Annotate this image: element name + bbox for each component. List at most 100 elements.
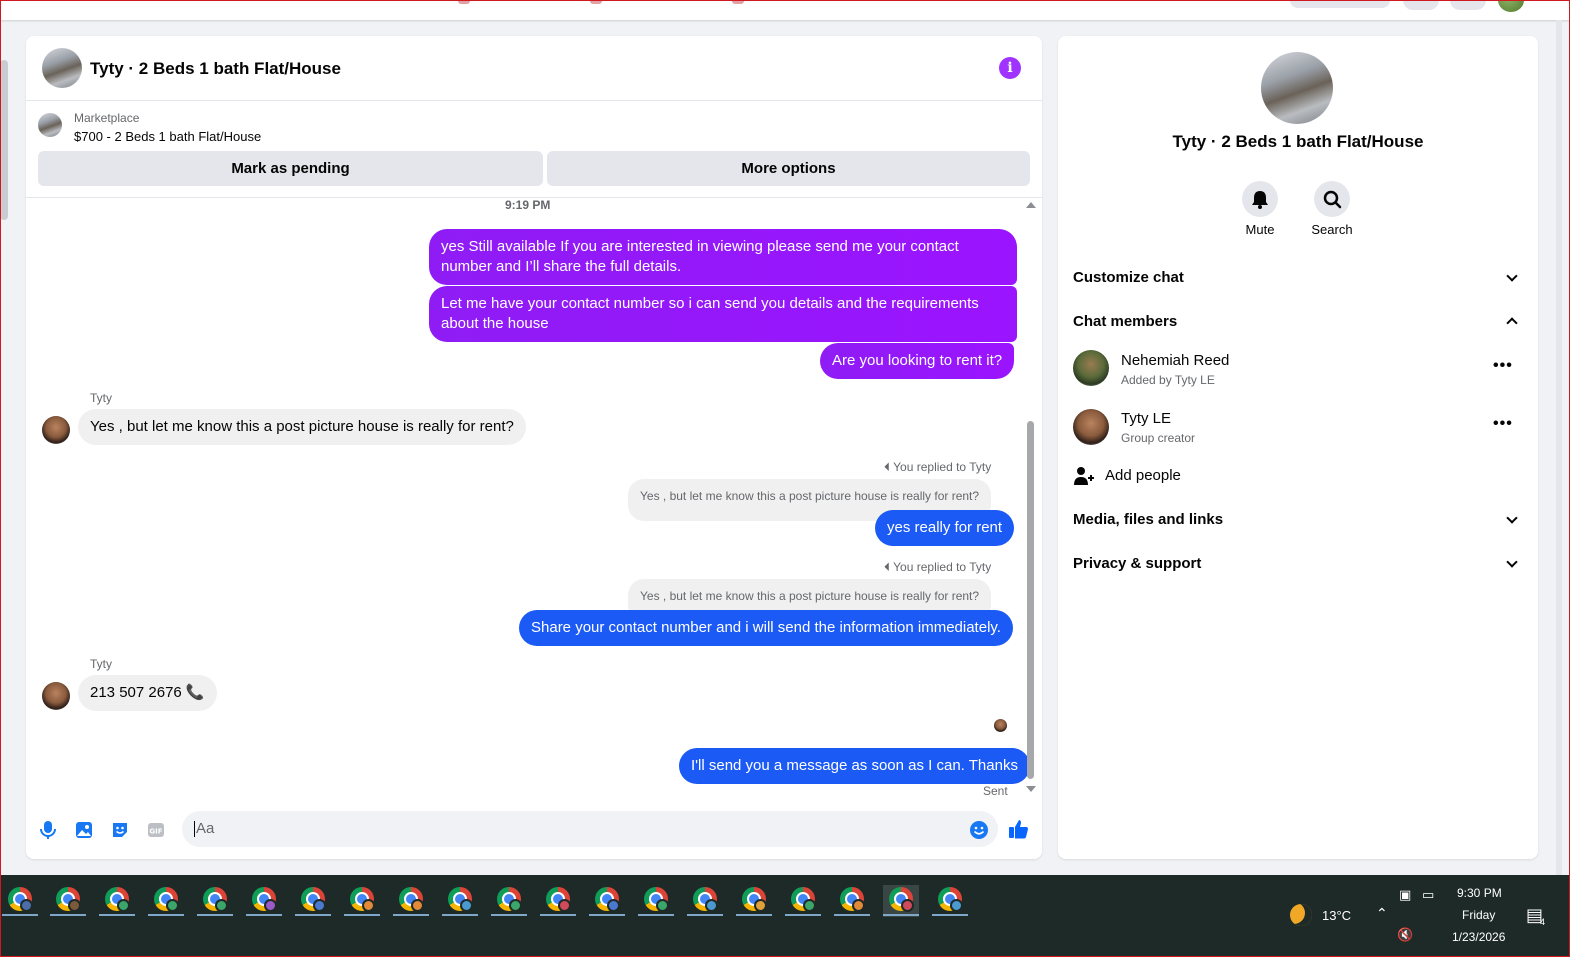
message-bubble-incoming[interactable]: Yes , but let me know this a post pictur… <box>78 409 526 445</box>
taskbar-chrome-profile[interactable] <box>99 885 135 917</box>
message-bubble-incoming[interactable]: 213 507 2676 📞 <box>78 675 217 711</box>
top-search-pill[interactable] <box>1290 0 1390 8</box>
conversation-avatar[interactable] <box>42 48 82 88</box>
taskbar-chrome-profile[interactable] <box>687 885 723 917</box>
mute-button[interactable] <box>1242 181 1278 217</box>
mark-as-pending-button[interactable]: Mark as pending <box>38 151 543 186</box>
profile-badge <box>215 899 228 912</box>
profile-badge <box>313 899 326 912</box>
page-scrollbar-right[interactable] <box>1556 20 1562 875</box>
page-scrollbar-left[interactable] <box>0 60 8 220</box>
meet-now-icon[interactable]: ▣ <box>1399 887 1411 903</box>
emoji-icon[interactable] <box>969 820 989 840</box>
nav-icon[interactable] <box>458 0 470 4</box>
taskbar-chrome-profile[interactable] <box>785 885 821 917</box>
sender-avatar[interactable] <box>42 416 70 444</box>
profile-badge <box>411 899 424 912</box>
customize-chat-section[interactable]: Customize chat <box>1073 269 1184 286</box>
taskbar-chrome-profile[interactable] <box>736 885 772 917</box>
messenger-button[interactable] <box>1450 0 1486 10</box>
taskbar-chrome-profile[interactable] <box>442 885 478 917</box>
message-bubble-outgoing[interactable]: I'll send you a message as soon as I can… <box>679 748 1030 784</box>
menu-button[interactable] <box>1403 0 1439 10</box>
taskbar-chrome-profile[interactable] <box>932 885 968 917</box>
message-bubble-outgoing[interactable]: yes Still available If you are intereste… <box>429 229 1017 285</box>
privacy-support-section[interactable]: Privacy & support <box>1073 555 1201 572</box>
taskbar-chrome-profile[interactable] <box>2 885 38 917</box>
more-options-icon[interactable]: ••• <box>1493 415 1513 433</box>
listing-title[interactable]: $700 - 2 Beds 1 bath Flat/House <box>74 129 261 144</box>
volume-muted-icon[interactable]: 🔇 <box>1397 927 1413 943</box>
microphone-icon[interactable] <box>38 820 58 840</box>
chevron-down-icon[interactable] <box>1506 512 1518 524</box>
mute-label: Mute <box>1245 222 1275 237</box>
search-button[interactable] <box>1314 181 1350 217</box>
member-avatar[interactable] <box>1073 350 1109 386</box>
message-input[interactable]: Aa <box>182 811 998 847</box>
add-person-icon[interactable] <box>1073 466 1095 486</box>
text-caret <box>194 821 195 838</box>
reply-icon: ⏴ <box>884 460 891 474</box>
search-label: Search <box>1311 222 1353 237</box>
member-avatar[interactable] <box>1073 409 1109 445</box>
message-bubble-outgoing[interactable]: Share your contact number and i will sen… <box>519 610 1013 646</box>
network-icon[interactable]: ▭ <box>1422 887 1434 903</box>
moon-weather-icon[interactable] <box>1290 904 1312 926</box>
like-icon[interactable] <box>1008 818 1030 840</box>
reply-indicator-text: You replied to Tyty <box>893 460 992 474</box>
chat-title[interactable]: Tyty · 2 Beds 1 bath Flat/House <box>90 59 341 79</box>
account-avatar[interactable] <box>1498 0 1524 12</box>
messages-scrollbar[interactable] <box>1027 421 1034 779</box>
profile-badge <box>460 899 473 912</box>
message-bubble-outgoing[interactable]: Let me have your contact number so i can… <box>429 286 1017 342</box>
photo-icon[interactable] <box>74 820 94 840</box>
scroll-down-arrow[interactable] <box>1026 786 1036 792</box>
member-name[interactable]: Nehemiah Reed <box>1121 352 1229 369</box>
taskbar-chrome-profile[interactable] <box>589 885 625 917</box>
listing-thumbnail[interactable] <box>38 113 62 137</box>
weather-temperature[interactable]: 13°C <box>1322 908 1351 923</box>
clock-date[interactable]: 1/23/2026 <box>1452 930 1505 944</box>
taskbar-chrome-profile[interactable] <box>295 885 331 917</box>
active-indicator <box>99 914 135 916</box>
profile-badge <box>656 899 669 912</box>
taskbar-chrome-profile[interactable] <box>491 885 527 917</box>
media-files-links-section[interactable]: Media, files and links <box>1073 511 1223 528</box>
nav-icon[interactable] <box>732 0 744 4</box>
chevron-down-icon[interactable] <box>1506 270 1518 282</box>
member-name[interactable]: Tyty LE <box>1121 410 1171 427</box>
taskbar-chrome-profile[interactable] <box>834 885 870 917</box>
active-indicator <box>442 914 478 916</box>
taskbar-chrome-profile-active[interactable] <box>883 885 919 917</box>
taskbar-chrome-profile[interactable] <box>344 885 380 917</box>
message-bubble-outgoing[interactable]: yes really for rent <box>875 510 1015 546</box>
quoted-text: Yes , but let me know this a post pictur… <box>640 589 980 603</box>
chevron-down-icon[interactable] <box>1506 556 1518 568</box>
taskbar-chrome-profile[interactable] <box>148 885 184 917</box>
clock-day[interactable]: Friday <box>1462 908 1495 922</box>
sender-avatar[interactable] <box>42 682 70 710</box>
active-indicator <box>589 914 625 916</box>
chat-members-section[interactable]: Chat members <box>1073 313 1177 330</box>
active-indicator <box>197 914 233 916</box>
chevron-up-icon[interactable]: ⌃ <box>1376 905 1388 922</box>
nav-icon[interactable] <box>590 0 602 4</box>
more-options-button[interactable]: More options <box>547 151 1030 186</box>
gif-icon[interactable]: GIF <box>146 820 166 840</box>
taskbar-chrome-profile[interactable] <box>197 885 233 917</box>
taskbar-chrome-profile[interactable] <box>246 885 282 917</box>
active-indicator <box>344 914 380 916</box>
info-icon[interactable]: i <box>999 57 1021 79</box>
taskbar-chrome-profile[interactable] <box>393 885 429 917</box>
taskbar-chrome-profile[interactable] <box>50 885 86 917</box>
taskbar-chrome-profile[interactable] <box>540 885 576 917</box>
message-bubble-outgoing[interactable]: Are you looking to rent it? <box>820 343 1015 379</box>
scroll-up-arrow[interactable] <box>1026 202 1036 208</box>
add-people-button[interactable]: Add people <box>1105 467 1181 484</box>
conversation-photo[interactable] <box>1261 52 1333 124</box>
chevron-up-icon[interactable] <box>1506 317 1518 329</box>
taskbar-chrome-profile[interactable] <box>638 885 674 917</box>
sticker-icon[interactable] <box>110 820 130 840</box>
more-options-icon[interactable]: ••• <box>1493 357 1513 375</box>
clock-time[interactable]: 9:30 PM <box>1457 886 1502 900</box>
